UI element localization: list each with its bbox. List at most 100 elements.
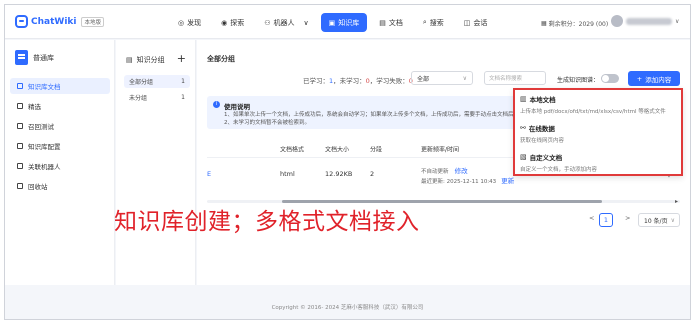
app-logo[interactable]: ChatWiki 本地版 (15, 15, 104, 28)
graph-toggle-label: 生成知识图谱： (557, 77, 600, 84)
main-nav: ◎ 发现 ◉ 探索 ⚇ 机器人 ∨ ▣ 知识库 ▤ 文档 ⌕ 搜索 ◫ 会话 (170, 13, 495, 32)
nav-knowledge-base[interactable]: ▣ 知识库 (320, 13, 368, 32)
prev-page-button[interactable]: < (589, 214, 594, 222)
status-filter-select[interactable]: 全部 ∨ (411, 71, 473, 85)
next-page-button[interactable]: > (625, 214, 630, 222)
sidebar-item-recycle-bin[interactable]: 回收站 (10, 178, 110, 194)
square-icon (17, 183, 23, 189)
points-balance[interactable]: ▦ 剩余积分：2029 (00) (541, 19, 608, 28)
sidebar-item-label: 关联机器人 (28, 163, 61, 171)
search-input[interactable]: 文档名称搜索 (484, 71, 546, 85)
library-header: 普通库 (15, 50, 54, 65)
sidebar-item-linked-robots[interactable]: 关联机器人 (10, 158, 110, 174)
add-content-button[interactable]: + 添加内容 (628, 71, 680, 86)
sidebar-item-recall-test[interactable]: 召回测试 (10, 118, 110, 134)
nav-label: 知识库 (338, 18, 360, 27)
library-icon (15, 50, 28, 65)
chevron-down-icon: ∨ (462, 74, 467, 82)
sidebar-item-label: 知识库文档 (28, 83, 61, 91)
sidebar-item-label: 精选 (28, 103, 41, 111)
nav-discover[interactable]: ◎ 发现 (170, 13, 209, 32)
page-size-select[interactable]: 10 条/页 ∨ (638, 213, 680, 227)
page-size-value: 10 条/页 (644, 217, 668, 225)
scroll-right-icon[interactable]: ▸ (675, 198, 678, 205)
square-icon (17, 83, 23, 89)
folder-icon: ▤ (126, 56, 133, 64)
nav-chat[interactable]: ◫ 会话 (456, 13, 496, 32)
nav-label: 会话 (473, 18, 488, 27)
menu-item-description: 上传本地 pdf/docx/ofd/txt/md/xlsx/csv/html 等… (520, 109, 666, 115)
filter-value: 全部 (417, 75, 430, 83)
learning-stats: 已学习：1，未学习：0，学习失败：0 (303, 75, 413, 85)
sidebar-item-featured[interactable]: 精选 (10, 98, 110, 114)
avatar (611, 15, 623, 27)
groups-title: 知识分组 (136, 56, 165, 64)
coin-icon: ▦ (541, 20, 547, 27)
nav-search[interactable]: ⌕ 搜索 (415, 13, 452, 32)
user-menu[interactable]: ∨ (611, 15, 679, 27)
stat-label: ，学习失败： (369, 77, 409, 85)
group-label: 全部分组 (129, 79, 154, 86)
file-icon: ▥ (520, 95, 527, 103)
update-frequency: 不自动更新 修改 (421, 165, 468, 175)
sidebar-item-label: 召回测试 (28, 123, 54, 131)
nav-documents[interactable]: ▤ 文档 (371, 13, 411, 32)
notice-line: 2、未学习的文档暂不会被检索到。 (224, 120, 311, 126)
footer-copyright: Copyright © 2016- 2024 芝麻小客服科技（武汉）有限公司 (271, 305, 424, 311)
chevron-down-icon: ∨ (670, 216, 675, 224)
column-header: 分段 (370, 146, 383, 153)
menu-item-local-doc[interactable]: ▥ 本地文档 上传本地 pdf/docx/ofd/txt/md/xlsx/csv… (520, 94, 678, 115)
square-icon (17, 103, 23, 109)
group-item-all[interactable]: 全部分组 1 (124, 75, 190, 88)
app-name: ChatWiki (31, 16, 77, 27)
add-content-dropdown: ▥ 本地文档 上传本地 pdf/docx/ofd/txt/md/xlsx/csv… (513, 88, 683, 176)
app-window: ChatWiki 本地版 ◎ 发现 ◉ 探索 ⚇ 机器人 ∨ ▣ 知识库 ▤ 文… (4, 4, 691, 320)
chevron-down-icon: ∨ (675, 17, 680, 25)
column-header: 文档大小 (325, 146, 350, 153)
local-doc-title: ▥ 本地文档 (520, 94, 678, 104)
menu-item-description: 自定义一个文档，手动添加内容 (520, 167, 598, 173)
stat-label: ，未学习： (333, 77, 366, 85)
menu-item-online-data[interactable]: ⚯ 在线数据 获取在线网页内容 (520, 123, 678, 144)
chatwiki-logo-icon (15, 15, 28, 28)
nav-label: 发现 (187, 18, 202, 27)
nav-explore[interactable]: ◉ 探索 (213, 13, 252, 32)
update-now-link[interactable]: 更新 (501, 177, 514, 185)
menu-item-custom-doc[interactable]: ▧ 自定义文档 自定义一个文档，手动添加内容 (520, 152, 678, 173)
chevron-down-icon: ∨ (303, 18, 309, 27)
book-icon: ▣ (328, 18, 336, 27)
column-header: 文档格式 (280, 146, 305, 153)
doc-name-fragment[interactable]: E (207, 170, 211, 178)
edit-icon: ▧ (520, 153, 527, 161)
groups-header: ▤ 知识分组 (126, 55, 165, 65)
menu-item-label: 自定义文档 (529, 154, 563, 162)
doc-format: html (280, 170, 295, 178)
graph-toggle[interactable] (601, 74, 619, 83)
square-icon (17, 123, 23, 129)
link-icon: ⚯ (520, 124, 526, 132)
eye-icon: ◉ (221, 18, 228, 27)
last-updated: 最近更新: 2025-12-11 10:43 更新 (421, 175, 514, 185)
overlay-caption: 知识库创建；多格式文档接入 (114, 209, 420, 235)
modify-frequency-link[interactable]: 修改 (455, 167, 468, 175)
info-icon: i (213, 101, 220, 108)
nav-label: 文档 (388, 18, 403, 27)
sidebar-item-docs[interactable]: 知识库文档 (10, 78, 110, 94)
group-count: 1 (181, 78, 185, 85)
edition-badge: 本地版 (81, 16, 104, 27)
menu-item-label: 在线数据 (528, 125, 555, 133)
menu-item-description: 获取在线网页内容 (520, 138, 565, 144)
points-label: 剩余积分：2029 (00) (548, 21, 609, 28)
nav-label: 探索 (230, 18, 245, 27)
top-header: ChatWiki 本地版 ◎ 发现 ◉ 探索 ⚇ 机器人 ∨ ▣ 知识库 ▤ 文… (5, 5, 690, 39)
sidebar-item-label: 回收站 (28, 183, 48, 191)
page-number-button[interactable]: 1 (599, 213, 613, 227)
nav-label: 机器人 (273, 18, 295, 27)
sidebar-item-config[interactable]: 知识库配置 (10, 138, 110, 154)
menu-item-label: 本地文档 (529, 96, 556, 104)
groups-panel: ▤ 知识分组 + 全部分组 1 未分组 1 (116, 40, 196, 285)
freq-value: 不自动更新 (421, 169, 449, 176)
add-group-button[interactable]: + (177, 52, 186, 65)
group-item-ungrouped[interactable]: 未分组 1 (124, 91, 190, 104)
nav-robot[interactable]: ⚇ 机器人 ∨ (256, 13, 316, 32)
